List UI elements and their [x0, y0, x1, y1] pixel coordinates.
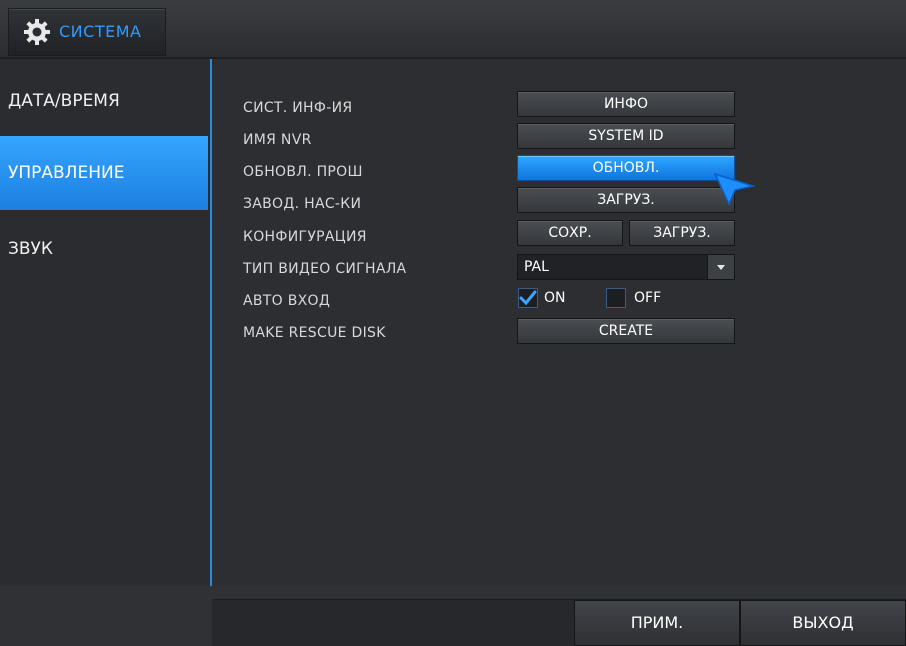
- config-load-button[interactable]: ЗАГРУЗ.: [629, 220, 735, 246]
- footer-bar: ПРИМ. ВЫХОД: [212, 599, 906, 646]
- exit-button[interactable]: ВЫХОД: [740, 600, 906, 646]
- video-signal-type-label: ТИП ВИДЕО СИГНАЛА: [243, 261, 407, 277]
- rescue-disk-label: MAKE RESCUE DISK: [243, 325, 386, 341]
- configuration-label: КОНФИГУРАЦИЯ: [243, 229, 367, 245]
- video-signal-type-select[interactable]: PAL: [517, 254, 735, 280]
- sidebar-item-label: ДАТА/ВРЕМЯ: [8, 91, 120, 111]
- mouse-cursor-icon: [713, 172, 755, 206]
- system-info-label: СИСТ. ИНФ-ИЯ: [243, 100, 353, 116]
- nvr-name-label: ИМЯ NVR: [243, 132, 312, 148]
- auto-login-on-checkbox[interactable]: [518, 288, 538, 308]
- firmware-update-label: ОБНОВЛ. ПРОШ: [243, 164, 363, 180]
- auto-login-off-checkbox[interactable]: [606, 288, 626, 308]
- firmware-update-button[interactable]: ОБНОВЛ.: [517, 155, 735, 181]
- info-button[interactable]: ИНФО: [517, 91, 735, 117]
- sidebar: ДАТА/ВРЕМЯ УПРАВЛЕНИЕ ЗВУК: [0, 59, 212, 586]
- apply-button[interactable]: ПРИМ.: [574, 600, 740, 646]
- checkmark-icon: [519, 290, 537, 306]
- sidebar-item-management[interactable]: УПРАВЛЕНИЕ: [0, 136, 208, 210]
- create-rescue-disk-button[interactable]: CREATE: [517, 318, 735, 344]
- title-bar: СИСТЕМА: [0, 0, 906, 59]
- sidebar-item-label: ЗВУК: [8, 239, 53, 259]
- factory-defaults-load-button[interactable]: ЗАГРУЗ.: [517, 187, 735, 213]
- dropdown-arrow[interactable]: [707, 255, 734, 279]
- gear-icon: [24, 19, 50, 45]
- sidebar-item-label: УПРАВЛЕНИЕ: [8, 163, 125, 183]
- system-window: СИСТЕМА ДАТА/ВРЕМЯ УПРАВЛЕНИЕ ЗВУК СИСТ.…: [0, 0, 906, 646]
- auto-login-on-label: ON: [544, 290, 566, 306]
- sidebar-item-date-time[interactable]: ДАТА/ВРЕМЯ: [0, 64, 208, 138]
- sidebar-item-sound[interactable]: ЗВУК: [0, 212, 208, 286]
- auto-login-label: АВТО ВХОД: [243, 293, 331, 309]
- chevron-down-icon: [717, 265, 725, 270]
- window-title: СИСТЕМА: [59, 22, 142, 41]
- settings-panel: СИСТ. ИНФ-ИЯ ИНФО ИМЯ NVR SYSTEM ID ОБНО…: [212, 59, 906, 646]
- system-id-button[interactable]: SYSTEM ID: [517, 123, 735, 149]
- config-save-button[interactable]: СОХР.: [517, 220, 623, 246]
- video-signal-type-value: PAL: [524, 259, 549, 275]
- factory-defaults-label: ЗАВОД. НАС-КИ: [243, 196, 362, 212]
- title-tab: СИСТЕМА: [8, 8, 166, 56]
- auto-login-off-label: OFF: [634, 290, 662, 306]
